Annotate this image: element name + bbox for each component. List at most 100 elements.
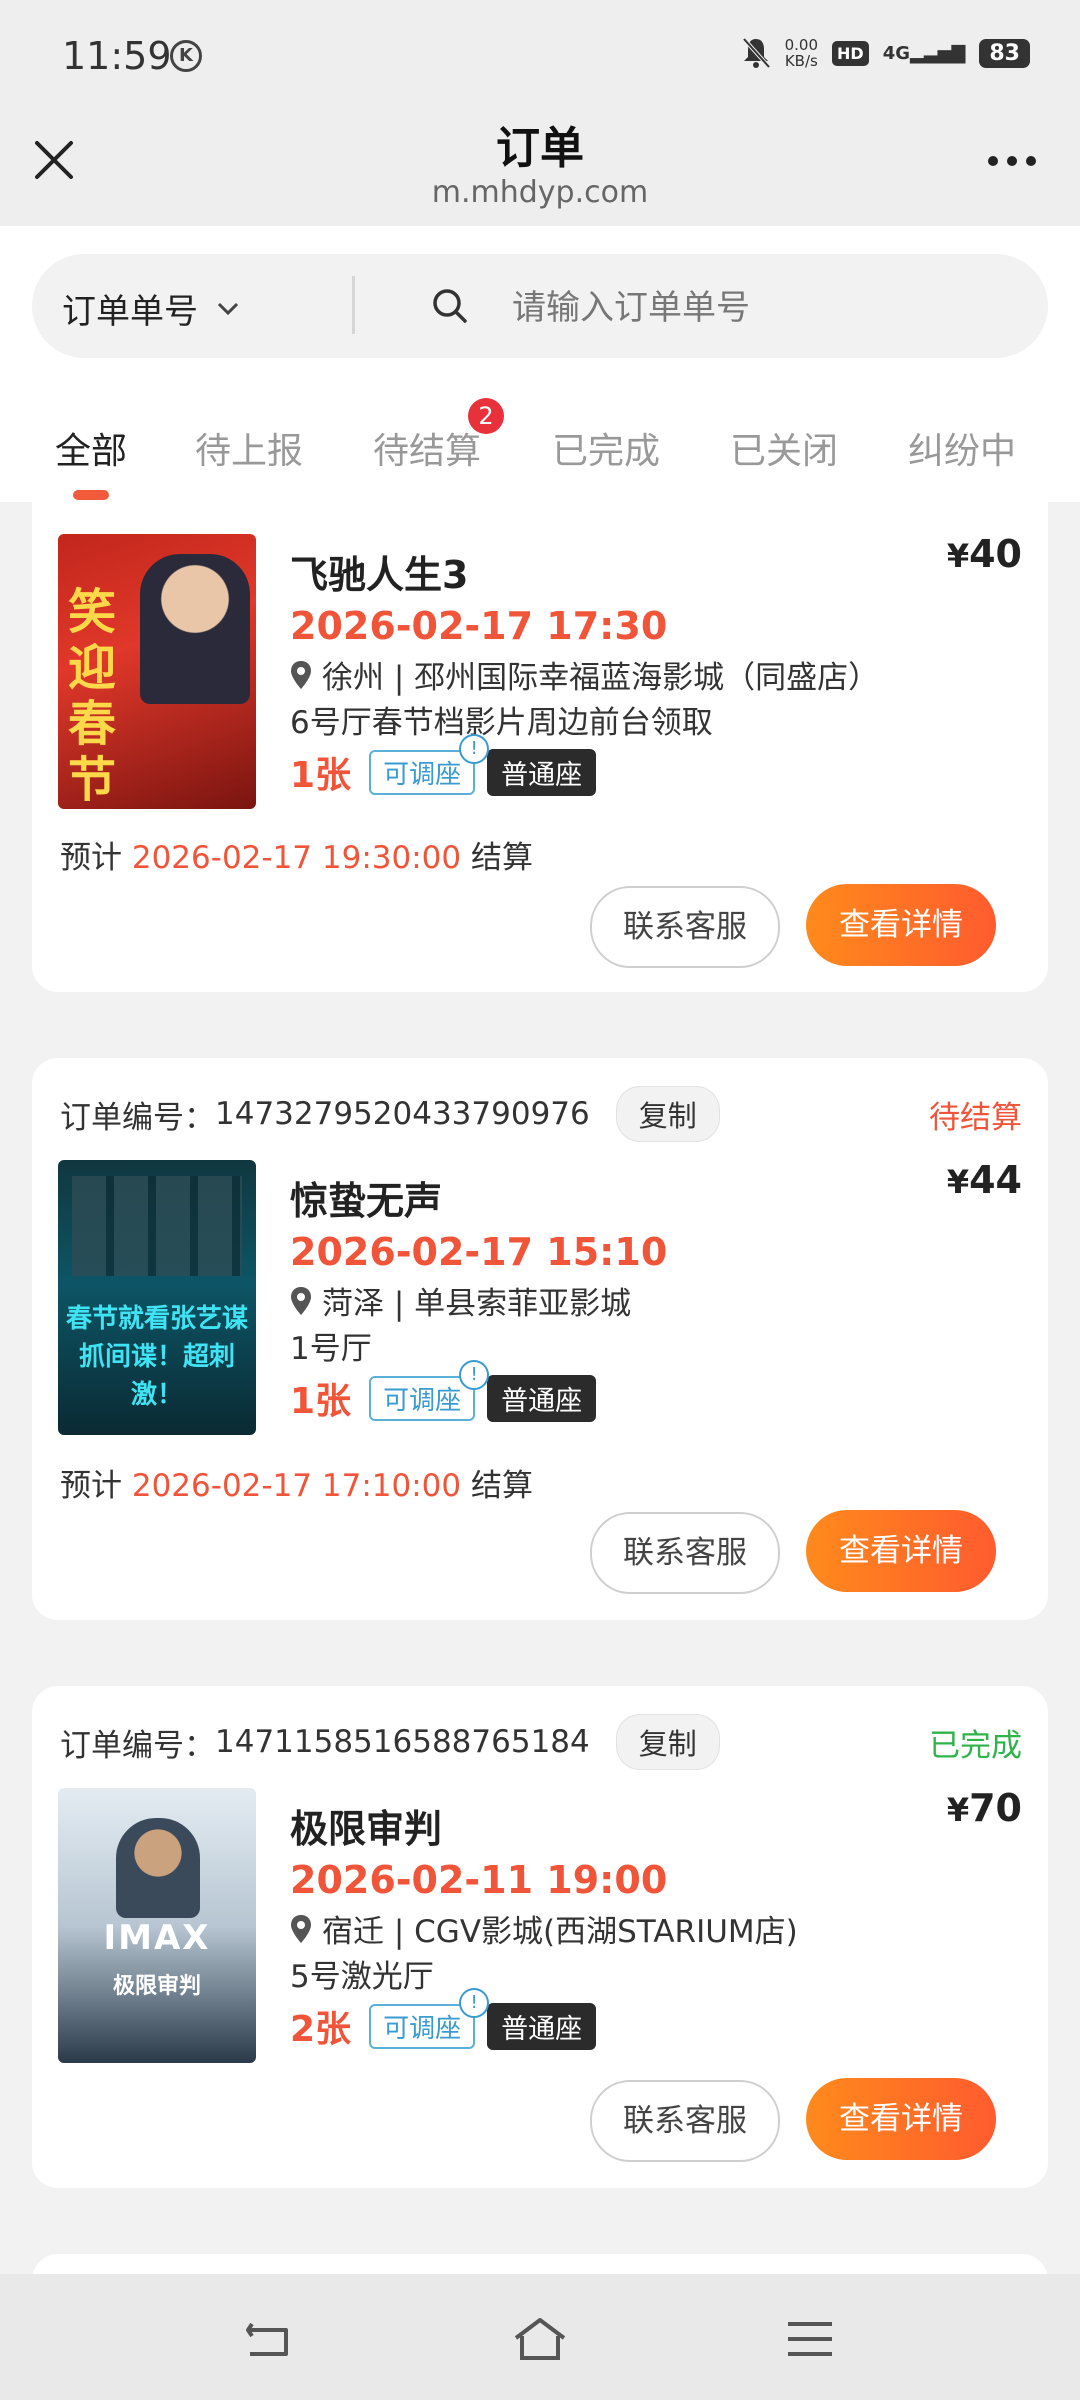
price-symbol: ¥ bbox=[946, 1163, 970, 1201]
price-symbol: ¥ bbox=[946, 1791, 970, 1829]
search-type-select[interactable]: 订单单号 bbox=[62, 284, 240, 333]
order-status: 待结算 bbox=[929, 1100, 1022, 1136]
cinema-name: 宿迁 | CGV影城(西湖STARIUM店) bbox=[322, 1914, 798, 1950]
menu-icon[interactable] bbox=[780, 2314, 840, 2364]
settle-suffix: 结算 bbox=[470, 840, 533, 876]
contact-service-button[interactable]: 联系客服 bbox=[590, 886, 780, 968]
mute-bell-icon bbox=[742, 37, 771, 69]
active-tab-indicator bbox=[73, 490, 109, 500]
order-price: ¥44 bbox=[947, 1158, 1022, 1202]
location-pin-icon bbox=[291, 1914, 311, 1943]
hd-icon: HD bbox=[832, 40, 869, 66]
tab-all[interactable]: 全部 bbox=[55, 422, 127, 474]
tab-dispute[interactable]: 纠纷中 bbox=[908, 422, 1016, 474]
order-number: 1471158516588765184 bbox=[215, 1724, 590, 1760]
tab-pending-settlement[interactable]: 待结算 bbox=[373, 422, 481, 474]
order-number-search-input[interactable] bbox=[510, 282, 1014, 334]
show-time: 2026-02-17 17:30 bbox=[290, 604, 668, 648]
order-price: ¥70 bbox=[947, 1786, 1022, 1830]
order-status: 已完成 bbox=[929, 1728, 1022, 1764]
view-details-button[interactable]: 查看详情 bbox=[806, 2078, 996, 2160]
order-number: 1473279520433790976 bbox=[215, 1096, 590, 1132]
settle-suffix: 结算 bbox=[470, 1468, 533, 1504]
hall-info: 1号厅 bbox=[290, 1331, 372, 1367]
order-number-label: 订单编号： bbox=[60, 1099, 215, 1136]
adjustable-seat-tag[interactable]: 可调座! bbox=[369, 1987, 490, 2049]
poster-line-2: 抓间谍！超刺激！ bbox=[78, 1342, 235, 1410]
order-number-row: 订单编号： 1471158516588765184 复制 bbox=[60, 1714, 720, 1770]
speed-unit: KB/s bbox=[784, 52, 818, 70]
ticket-quantity: 1张 bbox=[290, 755, 352, 796]
movie-poster[interactable]: 春节就看张艺谋 抓间谍！超刺激！ bbox=[58, 1160, 256, 1435]
contact-service-button[interactable]: 联系客服 bbox=[590, 2080, 780, 2162]
adjustable-seat-label: 可调座 bbox=[383, 1385, 462, 1416]
ticket-quantity: 2张 bbox=[290, 2009, 352, 2050]
adjustable-seat-tag[interactable]: 可调座! bbox=[369, 1359, 490, 1421]
chevron-down-icon bbox=[217, 302, 239, 315]
status-bar: 11:59 K 0.00 KB/s HD 4G▂▃▅▇ 83 bbox=[0, 0, 1080, 100]
price-symbol: ¥ bbox=[946, 537, 970, 575]
seat-type-tag: 普通座 bbox=[487, 748, 597, 796]
view-details-button[interactable]: 查看详情 bbox=[806, 884, 996, 966]
settlement-info: 预计 2026-02-17 19:30:00 结算 bbox=[60, 832, 533, 877]
status-icons: 0.00 KB/s HD 4G▂▃▅▇ 83 bbox=[741, 36, 1030, 70]
poster-text: 春节就看张艺谋 抓间谍！超刺激！ bbox=[58, 1300, 256, 1414]
location-pin-icon bbox=[291, 660, 311, 689]
seat-type-tag: 普通座 bbox=[487, 1374, 597, 1422]
view-details-button[interactable]: 查看详情 bbox=[806, 1510, 996, 1592]
contact-service-button[interactable]: 联系客服 bbox=[590, 1512, 780, 1594]
info-icon[interactable]: ! bbox=[459, 1987, 490, 2018]
order-number-label: 订单编号： bbox=[60, 1727, 215, 1764]
movie-poster[interactable]: 笑迎春节 bbox=[58, 534, 256, 809]
back-icon[interactable] bbox=[240, 2314, 300, 2364]
poster-line-1: 春节就看张艺谋 bbox=[65, 1304, 248, 1334]
order-status-tabs: 全部 待上报 待结算 已完成 已关闭 纠纷中 bbox=[0, 400, 1080, 500]
cinema-info: 徐州 | 邳州国际幸福蓝海影城（同盛店） bbox=[290, 652, 879, 697]
status-time: 11:59 bbox=[62, 34, 172, 78]
hall-info: 6号厅春节档影片周边前台领取 bbox=[290, 705, 713, 741]
search-icon bbox=[433, 289, 467, 323]
copy-button[interactable]: 复制 bbox=[615, 1714, 720, 1770]
adjustable-seat-label: 可调座 bbox=[383, 2013, 462, 2044]
search-type-label: 订单单号 bbox=[62, 292, 198, 332]
signal-icon: 4G▂▃▅▇ bbox=[882, 42, 966, 64]
order-card: 订单编号： 1471158516588765184 复制 已完成 IMAX 极限… bbox=[32, 1686, 1048, 2188]
order-card: 订单编号： 1473279520433790976 复制 待结算 春节就看张艺谋… bbox=[32, 1058, 1048, 1620]
info-icon[interactable]: ! bbox=[459, 733, 490, 764]
page-title: 订单 bbox=[496, 123, 584, 174]
ticket-quantity: 1张 bbox=[290, 1381, 352, 1422]
more-icon[interactable] bbox=[988, 156, 1036, 166]
info-icon[interactable]: ! bbox=[459, 1359, 490, 1390]
order-price: ¥40 bbox=[947, 532, 1022, 576]
settlement-info: 预计 2026-02-17 17:10:00 结算 bbox=[60, 1460, 533, 1505]
page-url: m.mhdyp.com bbox=[431, 175, 649, 210]
poster-figures bbox=[72, 1176, 242, 1276]
order-card: 笑迎春节 飞驰人生3 ¥40 2026-02-17 17:30 徐州 | 邳州国… bbox=[32, 502, 1048, 992]
show-time: 2026-02-17 15:10 bbox=[290, 1230, 668, 1274]
adjustable-seat-tag[interactable]: 可调座! bbox=[369, 733, 490, 795]
tab-completed[interactable]: 已完成 bbox=[552, 422, 660, 474]
home-icon[interactable] bbox=[510, 2314, 570, 2364]
movie-title: 飞驰人生3 bbox=[290, 553, 469, 597]
price-value: 44 bbox=[969, 1158, 1022, 1202]
search-divider bbox=[352, 276, 355, 334]
network-type: 4G bbox=[882, 42, 910, 64]
ticket-row: 1张 可调座! 普通座 bbox=[290, 1359, 597, 1424]
tab-pending-report[interactable]: 待上报 bbox=[195, 422, 303, 474]
settle-prefix: 预计 bbox=[60, 840, 122, 876]
tab-closed[interactable]: 已关闭 bbox=[730, 422, 838, 474]
location-pin-icon bbox=[291, 1286, 311, 1315]
cinema-name: 徐州 | 邳州国际幸福蓝海影城（同盛店） bbox=[322, 660, 880, 696]
ticket-row: 2张 可调座! 普通座 bbox=[290, 1987, 597, 2052]
settle-prefix: 预计 bbox=[60, 1468, 122, 1504]
adjustable-seat-label: 可调座 bbox=[383, 759, 462, 790]
copy-button[interactable]: 复制 bbox=[615, 1086, 720, 1142]
cinema-name: 菏泽 | 单县索菲亚影城 bbox=[322, 1286, 632, 1322]
pending-settlement-badge: 2 bbox=[468, 398, 504, 434]
network-speed: 0.00 KB/s bbox=[785, 37, 818, 69]
settle-time: 2026-02-17 19:30:00 bbox=[131, 840, 462, 876]
battery-icon: 83 bbox=[979, 38, 1030, 68]
movie-poster[interactable]: IMAX 极限审判 bbox=[58, 1788, 256, 2063]
settle-time: 2026-02-17 17:10:00 bbox=[131, 1468, 462, 1504]
ticket-row: 1张 可调座! 普通座 bbox=[290, 733, 597, 798]
